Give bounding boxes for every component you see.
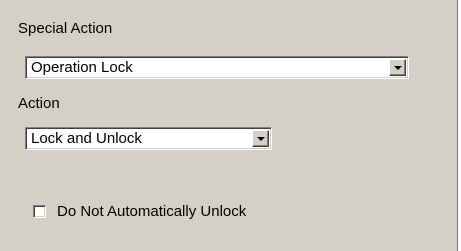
settings-panel: Special Action Operation Lock Action Loc… <box>0 0 457 251</box>
special-action-dropdown[interactable]: Operation Lock <box>25 56 409 79</box>
do-not-unlock-checkbox[interactable] <box>33 205 46 218</box>
do-not-unlock-label[interactable]: Do Not Automatically Unlock <box>57 203 246 221</box>
action-label: Action <box>18 95 60 112</box>
chevron-down-icon <box>394 66 402 70</box>
chevron-down-icon <box>257 137 265 141</box>
special-action-label: Special Action <box>18 20 113 37</box>
special-action-selected-value: Operation Lock <box>31 59 133 76</box>
action-dropdown-button[interactable] <box>252 130 269 147</box>
panel-right-border <box>457 0 461 251</box>
special-action-dropdown-button[interactable] <box>389 59 406 76</box>
action-selected-value: Lock and Unlock <box>31 130 142 147</box>
action-dropdown[interactable]: Lock and Unlock <box>25 127 272 150</box>
